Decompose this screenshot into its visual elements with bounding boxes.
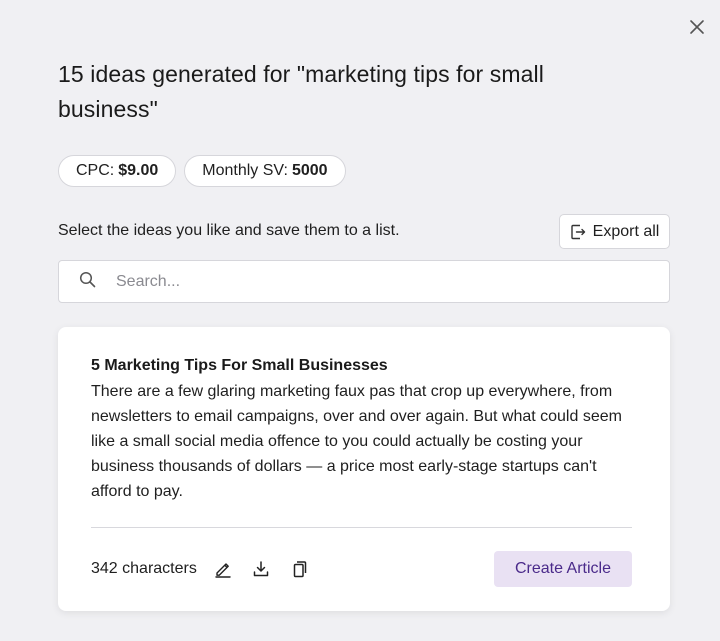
edit-button[interactable] — [211, 557, 235, 581]
idea-card-footer: 342 characters Create Article — [91, 551, 632, 587]
instruction-text: Select the ideas you like and save them … — [58, 222, 400, 239]
search-bar — [58, 260, 670, 303]
search-volume-badge: Monthly SV: 5000 — [184, 155, 346, 187]
export-icon — [570, 224, 585, 239]
divider — [91, 527, 632, 528]
cpc-badge: CPC: $9.00 — [58, 155, 177, 187]
search-input[interactable] — [115, 261, 669, 302]
metrics-row: CPC: $9.00 Monthly SV: 5000 — [58, 155, 346, 187]
ideas-modal: 15 ideas generated for "marketing tips f… — [0, 0, 720, 641]
search-volume-label: Monthly SV: — [202, 162, 288, 179]
export-all-button[interactable]: Export all — [559, 214, 670, 249]
idea-title: 5 Marketing Tips For Small Businesses — [91, 357, 388, 374]
search-icon — [79, 271, 95, 288]
cpc-value: $9.00 — [118, 162, 159, 179]
close-button[interactable] — [686, 16, 708, 38]
pencil-icon — [215, 563, 231, 578]
export-all-label: Export all — [592, 222, 660, 240]
search-volume-value: 5000 — [291, 162, 328, 179]
idea-body: There are a few glaring marketing faux p… — [91, 383, 622, 500]
cpc-label: CPC: — [76, 162, 115, 179]
character-count: 342 characters — [91, 560, 197, 577]
copy-icon — [293, 561, 307, 578]
close-icon — [690, 20, 704, 34]
search-icon-container — [59, 271, 115, 288]
create-article-button[interactable]: Create Article — [494, 551, 632, 587]
download-button[interactable] — [249, 557, 273, 581]
page-title: 15 ideas generated for "marketing tips f… — [58, 61, 544, 122]
copy-button[interactable] — [287, 557, 311, 581]
download-icon — [253, 561, 269, 577]
idea-card: 5 Marketing Tips For Small Businesses Th… — [58, 327, 670, 611]
